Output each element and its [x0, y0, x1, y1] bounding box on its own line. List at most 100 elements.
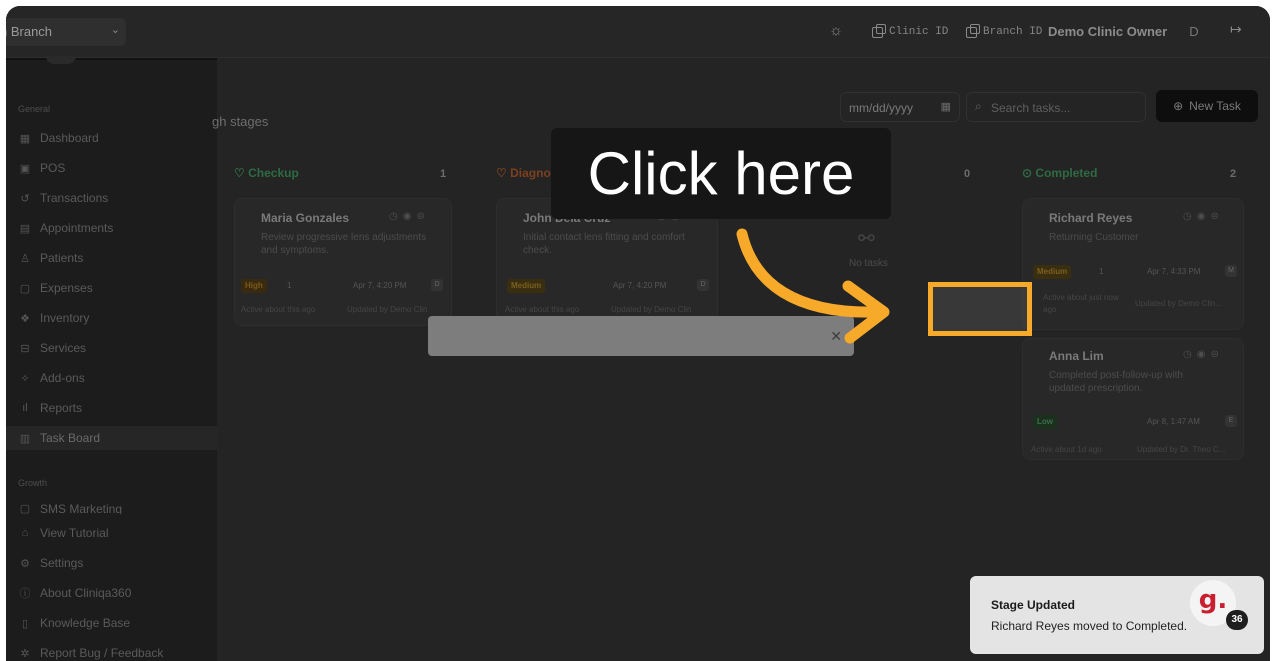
- task-card-maria-gonzales[interactable]: Maria Gonzales ◷◉⊜ Review progressive le…: [234, 198, 452, 326]
- task-time: Apr 7, 4:20 PM: [353, 281, 407, 290]
- sun-icon[interactable]: ☼: [826, 22, 846, 42]
- sidebar-item-label: Services: [40, 341, 87, 355]
- toast-title: Stage Updated: [991, 598, 1076, 612]
- assignee-badge: E: [1225, 415, 1237, 427]
- task-desc: Initial contact lens fitting and comfort: [523, 232, 685, 243]
- sidebar-item-label: Add-ons: [40, 371, 85, 385]
- sidebar-item-inventory[interactable]: ❖ Inventory: [6, 306, 217, 330]
- search-placeholder: Search tasks...: [991, 101, 1071, 115]
- sidebar-item-dashboard[interactable]: ▦ Dashboard: [6, 126, 217, 150]
- copy-icon: [872, 23, 886, 38]
- sidebar-item-label: About Cliniqa360: [40, 586, 132, 600]
- task-desc-cont: updated prescription.: [1049, 383, 1143, 394]
- activity-text: Active about this ago: [241, 305, 316, 314]
- sidebar-item-expenses[interactable]: ▢ Expenses: [6, 276, 217, 300]
- activity-text-cont: ago: [1043, 305, 1057, 314]
- sidebar-item-add-ons[interactable]: ✧ Add-ons: [6, 366, 217, 390]
- puzzle-icon: ✧: [20, 372, 30, 385]
- sidebar-item-label: Dashboard: [40, 131, 99, 145]
- page-subtitle: gh stages: [212, 114, 269, 129]
- sidebar-item-pos[interactable]: ▣ POS: [6, 156, 217, 180]
- sidebar-item-task-board[interactable]: ▥ Task Board: [6, 426, 217, 450]
- assignee-badge: D: [697, 279, 709, 291]
- task-card-richard-reyes[interactable]: Richard Reyes ◷◉⊜ Returning Customer Med…: [1022, 198, 1244, 330]
- card-actions[interactable]: ◷◉⊜: [1183, 211, 1224, 222]
- sidebar-item-label: POS: [40, 161, 66, 175]
- services-icon: ⊟: [20, 342, 30, 355]
- sidebar-item-sms-marketing[interactable]: ▢ SMS Marketing: [6, 498, 217, 514]
- app-window: n Branch ⌄ ☼ Clinic ID Branch ID Demo Cl…: [6, 6, 1270, 661]
- kanban-icon: ▥: [19, 432, 31, 445]
- gear-icon: ⚙: [20, 557, 30, 570]
- sidebar-item-view-tutorial[interactable]: ⌂ View Tutorial: [6, 521, 217, 545]
- sidebar-divider: [6, 58, 217, 60]
- branch-id-button[interactable]: Branch ID: [966, 21, 1042, 43]
- column-header-completed: ⊙ Completed: [1022, 166, 1097, 190]
- column-title: Checkup: [248, 166, 299, 180]
- pos-icon: ▣: [19, 162, 31, 175]
- diagnosis-icon: ♡: [496, 166, 507, 180]
- assignee-badge: D: [431, 279, 443, 291]
- updated-by: Updated by Demo Clin: [347, 305, 428, 314]
- sidebar-item-label: Reports: [40, 401, 83, 415]
- click-target-highlight[interactable]: [928, 282, 1032, 336]
- avatar[interactable]: D: [1182, 20, 1206, 44]
- task-name: Maria Gonzales: [261, 211, 350, 225]
- sidebar-item-appointments[interactable]: ▤ Appointments: [6, 216, 217, 240]
- bug-icon: ✲: [20, 647, 30, 660]
- task-time: Apr 7, 4:20 PM: [613, 281, 667, 290]
- calendar-icon[interactable]: ▦: [941, 100, 951, 113]
- owner-name[interactable]: Demo Clinic Owner: [1048, 24, 1167, 39]
- new-task-button[interactable]: ⊕ New Task: [1156, 90, 1258, 122]
- task-time: Apr 7, 4:33 PM: [1147, 267, 1201, 276]
- task-desc: Review progressive lens adjustments: [261, 232, 427, 243]
- date-filter-input[interactable]: mm/dd/yyyy ▦: [840, 92, 960, 122]
- column-header-diagnosis: ♡ Diagno: [496, 166, 551, 190]
- new-task-label: New Task: [1189, 99, 1241, 113]
- column-count: 0: [964, 168, 971, 180]
- sidebar-item-about[interactable]: ⓘ About Cliniqa360: [6, 581, 217, 605]
- check-circle-icon: ⊙: [1022, 166, 1033, 180]
- users-icon: ♙: [20, 252, 30, 265]
- sidebar-item-label: Transactions: [40, 191, 109, 205]
- branch-select[interactable]: n Branch ⌄: [6, 18, 126, 46]
- task-name: Anna Lim: [1049, 349, 1104, 363]
- priority-badge: Medium: [1033, 265, 1072, 279]
- comment-count: 1: [1099, 267, 1104, 276]
- sidebar-item-label: Report Bug / Feedback: [40, 646, 164, 660]
- sidebar-item-services[interactable]: ⊟ Services: [6, 336, 217, 360]
- task-card-anna-lim[interactable]: Anna Lim ◷◉⊜ Completed post-follow-up wi…: [1022, 338, 1244, 460]
- logout-icon[interactable]: ↦: [1230, 21, 1242, 38]
- column-header-checkup: ♡ Checkup: [234, 166, 299, 190]
- clinic-id-button[interactable]: Clinic ID: [872, 21, 948, 43]
- column-count: 1: [440, 168, 447, 180]
- sidebar-item-report-bug[interactable]: ✲ Report Bug / Feedback: [6, 641, 217, 661]
- section-label-general: General: [18, 104, 51, 114]
- section-label-growth: Growth: [18, 478, 48, 488]
- card-actions[interactable]: ◷◉⊜: [389, 211, 430, 222]
- sidebar-item-label: Knowledge Base: [40, 616, 131, 630]
- sidebar-item-reports[interactable]: ıl Reports: [6, 396, 217, 420]
- priority-badge: Medium: [507, 279, 546, 293]
- bar-chart-icon: ıl: [22, 402, 28, 414]
- notification-count-badge: 36: [1226, 610, 1248, 630]
- search-icon: ⌕: [975, 99, 982, 113]
- task-desc-cont: and symptoms.: [261, 245, 329, 256]
- tutorial-callout: Click here: [551, 128, 891, 219]
- sidebar-item-knowledge-base[interactable]: ▯ Knowledge Base: [6, 611, 217, 635]
- sidebar-item-transactions[interactable]: ↺ Transactions: [6, 186, 217, 210]
- search-input[interactable]: ⌕ Search tasks...: [966, 92, 1146, 122]
- calendar-icon: ▤: [19, 222, 31, 235]
- sidebar-item-settings[interactable]: ⚙ Settings: [6, 551, 217, 575]
- info-icon: ⓘ: [19, 588, 31, 600]
- column-title: Completed: [1035, 166, 1098, 180]
- branch-id-label: Branch ID: [983, 26, 1043, 38]
- sidebar-item-patients[interactable]: ♙ Patients: [6, 246, 217, 270]
- column-title: Diagno: [510, 166, 551, 180]
- plus-circle-icon: ⊕: [1173, 99, 1184, 113]
- sidebar-item-label: Appointments: [40, 221, 114, 235]
- activity-text: Active about 1d ago: [1031, 445, 1102, 454]
- clinic-id-label: Clinic ID: [889, 26, 949, 38]
- card-actions[interactable]: ◷◉⊜: [1183, 349, 1224, 360]
- comment-count: 1: [287, 281, 292, 290]
